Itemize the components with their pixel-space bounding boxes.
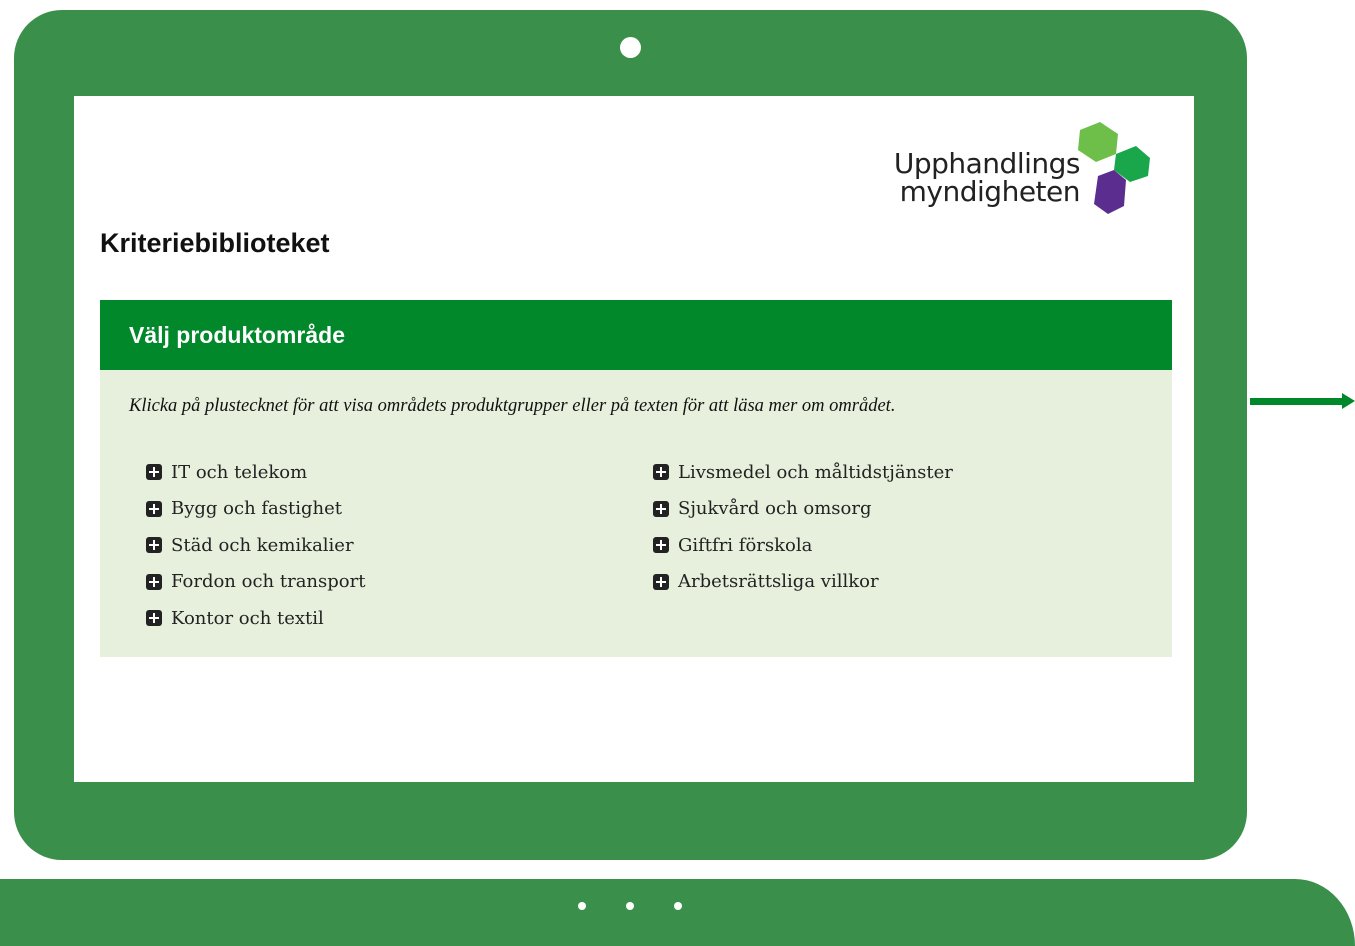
base-gap xyxy=(0,860,1355,879)
product-area-list-right: Livsmedel och måltidstjänster Sjukvård o… xyxy=(653,454,953,600)
plus-square-icon[interactable] xyxy=(653,537,669,554)
screen: Upphandlings myndigheten Kriteriebibliot… xyxy=(74,96,1194,782)
item-label[interactable]: Sjukvård och omsorg xyxy=(678,498,872,519)
product-area-panel: Välj produktområde Klicka på plustecknet… xyxy=(100,300,1172,657)
dot-icon xyxy=(578,902,586,910)
item-label[interactable]: IT och telekom xyxy=(171,462,307,483)
plus-square-icon[interactable] xyxy=(146,573,162,590)
plus-square-icon[interactable] xyxy=(653,464,669,481)
item-label[interactable]: Giftfri förskola xyxy=(678,535,812,556)
list-item[interactable]: Sjukvård och omsorg xyxy=(653,491,953,528)
product-area-list-left: IT och telekom Bygg och fastighet Städ o… xyxy=(146,454,365,637)
list-item[interactable]: Livsmedel och måltidstjänster xyxy=(653,454,953,491)
item-label[interactable]: Städ och kemikalier xyxy=(171,535,354,556)
dot-icon xyxy=(674,902,682,910)
plus-square-icon[interactable] xyxy=(146,500,162,517)
plus-square-icon[interactable] xyxy=(653,573,669,590)
upphandlingsmyndigheten-logo[interactable]: Upphandlings myndigheten xyxy=(880,120,1150,220)
laptop-base xyxy=(0,879,1355,946)
instruction-text: Klicka på plustecknet för att visa områd… xyxy=(129,396,896,416)
list-item[interactable]: Städ och kemikalier xyxy=(146,527,365,564)
list-item[interactable]: Kontor och textil xyxy=(146,600,365,637)
plus-square-icon[interactable] xyxy=(653,500,669,517)
list-item[interactable]: Fordon och transport xyxy=(146,564,365,601)
item-label[interactable]: Kontor och textil xyxy=(171,608,324,629)
plus-square-icon[interactable] xyxy=(146,537,162,554)
base-dots xyxy=(578,902,682,910)
panel-header-title: Välj produktområde xyxy=(129,321,345,348)
dot-icon xyxy=(626,902,634,910)
plus-square-icon[interactable] xyxy=(146,610,162,627)
page-title: Kriteriebiblioteket xyxy=(100,228,330,258)
item-label[interactable]: Fordon och transport xyxy=(171,571,365,592)
list-item[interactable]: IT och telekom xyxy=(146,454,365,491)
logo-hexagons-icon xyxy=(1078,122,1150,214)
plus-square-icon[interactable] xyxy=(146,464,162,481)
panel-header: Välj produktområde xyxy=(100,300,1172,370)
list-item[interactable]: Giftfri förskola xyxy=(653,527,953,564)
item-label[interactable]: Bygg och fastighet xyxy=(171,498,342,519)
camera-icon xyxy=(620,37,641,58)
arrow-right-icon xyxy=(1250,393,1355,409)
item-label[interactable]: Arbetsrättsliga villkor xyxy=(678,571,879,592)
item-label[interactable]: Livsmedel och måltidstjänster xyxy=(678,462,953,483)
list-item[interactable]: Arbetsrättsliga villkor xyxy=(653,564,953,601)
list-item[interactable]: Bygg och fastighet xyxy=(146,491,365,528)
